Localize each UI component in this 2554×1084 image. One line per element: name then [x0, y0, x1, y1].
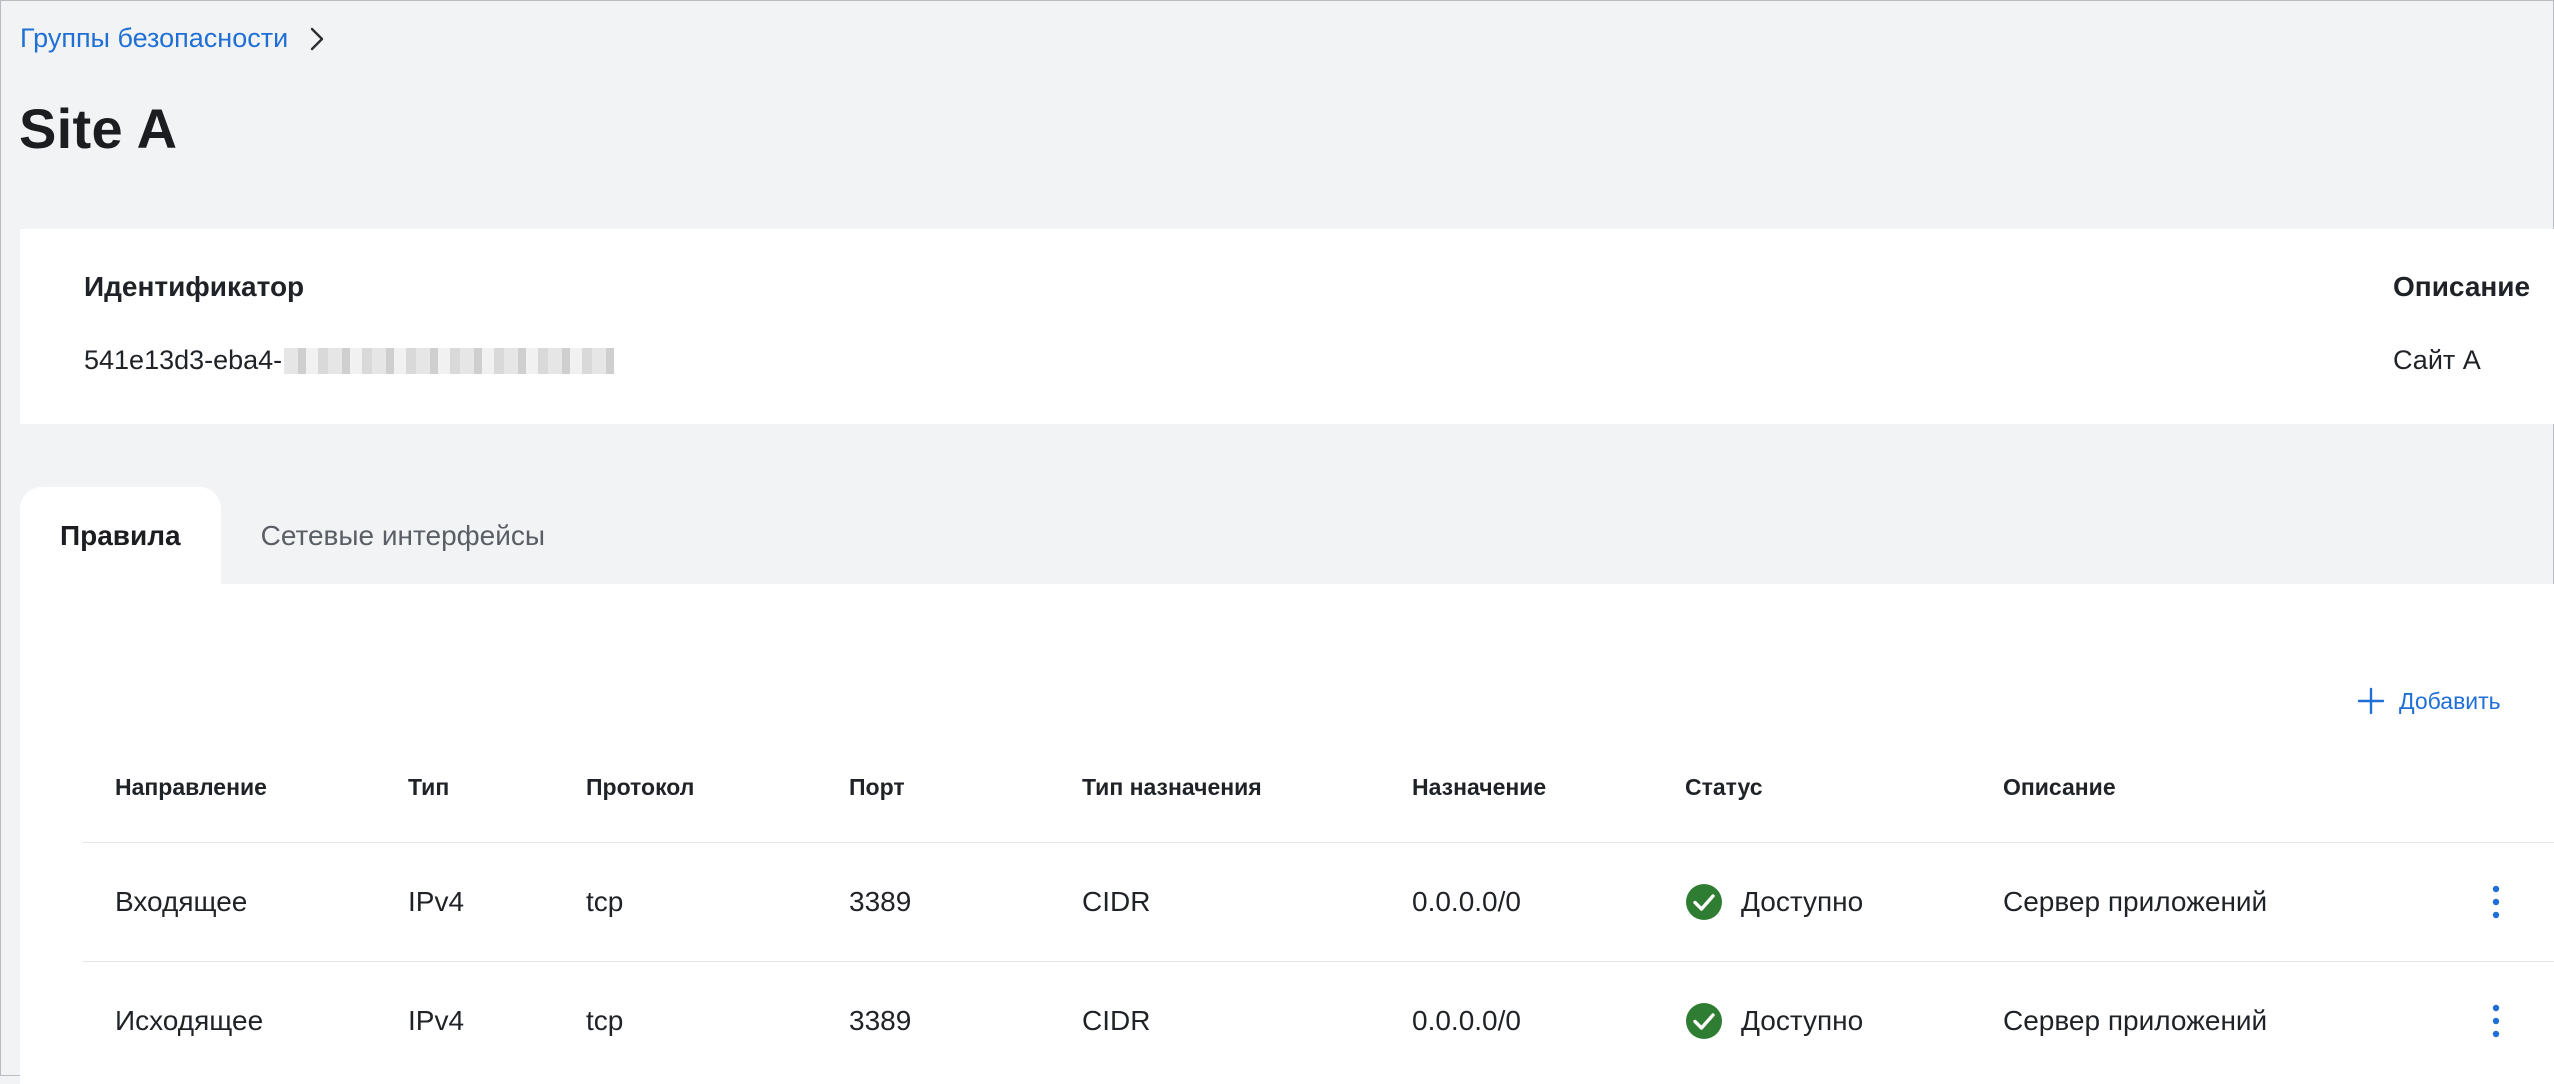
breadcrumb-link-security-groups[interactable]: Группы безопасности — [20, 23, 288, 54]
more-actions-icon[interactable] — [2489, 884, 2503, 920]
cell-port: 3389 — [849, 1005, 912, 1036]
breadcrumb: Группы безопасности — [20, 23, 328, 54]
plus-icon — [2357, 687, 2385, 715]
info-card: Идентификатор 541e13d3-eba4- Описание Са… — [20, 229, 2554, 424]
col-direction[interactable]: Направление — [115, 774, 267, 801]
rules-panel: Добавить Направление Тип Протокол Порт Т… — [20, 584, 2554, 1084]
cell-destination-type: CIDR — [1082, 886, 1151, 917]
status-text: Доступно — [1741, 886, 1864, 917]
cell-description: Сервер приложений — [2003, 1005, 2268, 1036]
cell-destination-type: CIDR — [1082, 1005, 1151, 1036]
cell-type: IPv4 — [408, 886, 465, 917]
more-actions-icon[interactable] — [2489, 1003, 2503, 1039]
table-header: Направление Тип Протокол Порт Тип назнач… — [83, 774, 2554, 842]
cell-protocol: tcp — [586, 1005, 624, 1036]
cell-description: Сервер приложений — [2003, 886, 2268, 917]
cell-port: 3389 — [849, 886, 912, 917]
check-circle-icon — [1686, 1003, 1722, 1039]
cell-destination: 0.0.0.0/0 — [1412, 886, 1521, 917]
col-destination-type[interactable]: Тип назначения — [1082, 774, 1262, 801]
cell-protocol: tcp — [586, 886, 624, 917]
tab-network-interfaces[interactable]: Сетевые интерфейсы — [221, 487, 585, 584]
chevron-right-icon — [310, 27, 324, 50]
identifier-value: 541e13d3-eba4- — [84, 345, 615, 376]
status-text: Доступно — [1741, 1005, 1864, 1036]
tab-rules[interactable]: Правила — [20, 487, 221, 584]
tabs: Правила Сетевые интерфейсы — [20, 487, 585, 584]
page-title: Site A — [19, 97, 178, 160]
identifier-text: 541e13d3-eba4- — [84, 345, 283, 375]
redacted-block — [284, 347, 615, 374]
cell-direction: Входящее — [115, 886, 248, 917]
description-label: Описание — [2393, 271, 2531, 302]
cell-type: IPv4 — [408, 1005, 465, 1036]
cell-status: Доступно — [1685, 883, 1863, 921]
table-row: Исходящее IPv4 tcp 3389 CIDR 0.0.0.0/0 Д… — [83, 961, 2554, 1080]
col-port[interactable]: Порт — [849, 774, 905, 801]
col-status[interactable]: Статус — [1685, 774, 1763, 801]
identifier-label: Идентификатор — [84, 271, 305, 302]
rules-table: Направление Тип Протокол Порт Тип назнач… — [83, 774, 2554, 1080]
col-description[interactable]: Описание — [2003, 774, 2116, 801]
description-value: Сайт A — [2393, 345, 2481, 375]
cell-destination: 0.0.0.0/0 — [1412, 1005, 1521, 1036]
check-circle-icon — [1686, 884, 1722, 920]
add-button[interactable]: Добавить — [2357, 687, 2501, 715]
col-type[interactable]: Тип — [408, 774, 449, 801]
col-destination[interactable]: Назначение — [1412, 774, 1546, 801]
cell-status: Доступно — [1685, 1002, 1863, 1040]
col-protocol[interactable]: Протокол — [586, 774, 694, 801]
add-button-label: Добавить — [2399, 687, 2501, 714]
table-row: Входящее IPv4 tcp 3389 CIDR 0.0.0.0/0 До… — [83, 842, 2554, 961]
cell-direction: Исходящее — [115, 1005, 264, 1036]
